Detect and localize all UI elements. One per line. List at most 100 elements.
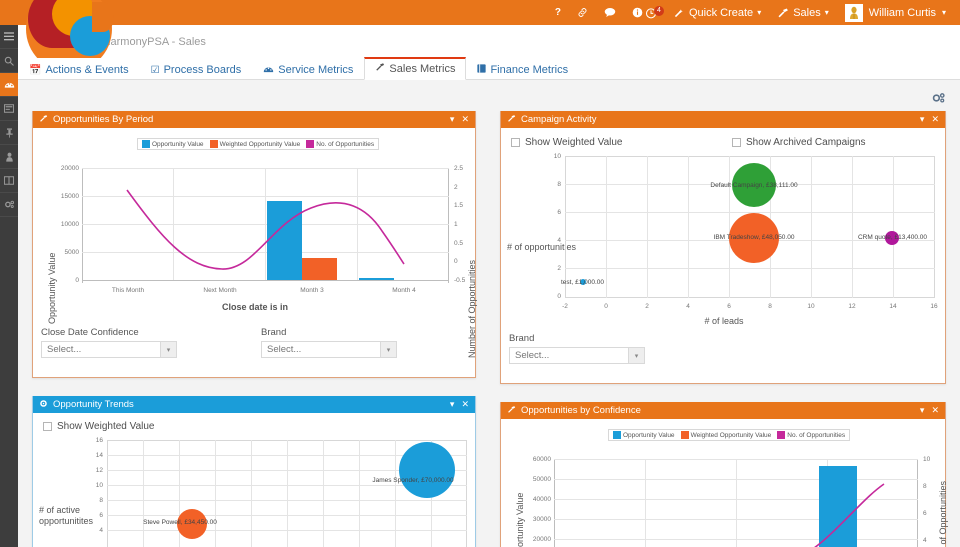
tab-sales-metrics[interactable]: Sales Metrics	[364, 57, 467, 80]
show-archived-campaigns-checkbox[interactable]: Show Archived Campaigns	[732, 137, 866, 148]
y-tick: 10	[95, 482, 103, 489]
legend-label: Weighted Opportunity Value	[690, 431, 772, 439]
chevron-down-icon[interactable]: ▾	[450, 114, 455, 125]
legend-label: Opportunity Value	[623, 431, 675, 439]
notifications-group[interactable]: 4	[624, 0, 665, 25]
brand-select[interactable]: Select... ▾	[509, 347, 645, 364]
y2-tick: 1.5	[454, 202, 464, 210]
close-icon[interactable]: ✕	[931, 405, 939, 416]
sidebar-item-dashboard[interactable]	[0, 73, 18, 97]
sidebar-item-cards[interactable]	[0, 97, 18, 121]
tab-actions-events[interactable]: 📅 Actions & Events	[18, 60, 140, 80]
gridline	[852, 156, 853, 298]
legend-label: Weighted Opportunity Value	[219, 140, 301, 148]
gridline	[215, 440, 216, 547]
sidebar-item-search[interactable]	[0, 49, 18, 73]
y-tick: 0	[75, 277, 79, 284]
chevron-down-icon[interactable]: ▾	[920, 405, 925, 416]
tab-service-metrics[interactable]: Service Metrics	[252, 60, 364, 80]
tab-label: Process Boards	[163, 64, 242, 76]
quick-create-menu[interactable]: Quick Create ▾	[665, 0, 769, 25]
card-icon	[4, 104, 14, 113]
gridline	[565, 268, 935, 269]
checkbox-label: Show Archived Campaigns	[746, 137, 866, 148]
x-tick: Month 4	[392, 287, 416, 294]
sales-menu[interactable]: Sales ▾	[769, 0, 837, 25]
legend-item: No. of Opportunities	[777, 431, 845, 439]
panel-body: Opportunity Value Weighted Opportunity V…	[501, 419, 948, 547]
line-no-of-opportunities	[126, 189, 405, 270]
close-icon[interactable]: ✕	[461, 114, 469, 125]
sidebar-item-columns[interactable]	[0, 169, 18, 193]
bubble-james-sponder[interactable]	[399, 442, 455, 498]
select-value: Select...	[515, 350, 550, 361]
close-date-confidence-select[interactable]: Select... ▾	[41, 341, 177, 358]
gears-icon	[4, 200, 14, 208]
chevron-down-icon[interactable]: ▾	[450, 399, 455, 410]
y2-tick: 0	[454, 258, 458, 266]
tab-label: Service Metrics	[278, 64, 354, 76]
tab-finance-metrics[interactable]: Finance Metrics	[466, 60, 579, 80]
brand-control: Brand Select... ▾	[509, 333, 645, 364]
bubble-label: CRM quote, £13,400.00	[857, 234, 928, 241]
panel-title: Opportunities by Confidence	[521, 405, 641, 416]
notification-badge: 4	[653, 5, 664, 16]
bubble-label: IBM Tradeshow, £48,050.00	[713, 234, 795, 241]
close-icon[interactable]: ✕	[931, 114, 939, 125]
hammer-icon	[507, 405, 516, 416]
gridline	[811, 156, 812, 298]
quick-create-label: Quick Create	[688, 6, 754, 19]
legend-label: Opportunity Value	[152, 140, 204, 148]
link-icon[interactable]	[569, 0, 596, 25]
y-tick: 60000	[532, 456, 551, 463]
gear-icon	[39, 399, 48, 410]
calendar-icon: 📅	[29, 64, 42, 76]
y2-axis-title: Number of Opportunities	[938, 480, 948, 547]
y-tick: 4	[99, 527, 103, 534]
bubble-label: test, £1,000.00	[561, 279, 605, 286]
x-tick: Next Month	[203, 287, 237, 294]
gridline	[287, 440, 288, 547]
y-tick: 2	[557, 265, 561, 272]
show-weighted-value-checkbox[interactable]: Show Weighted Value	[43, 421, 154, 432]
left-sidebar	[0, 25, 18, 547]
page-title-main: Webcast	[32, 30, 98, 49]
field-label: Brand	[509, 333, 535, 344]
top-bar-actions: ? 4 Quick Create ▾ Sales ▾ William Curti…	[547, 0, 954, 25]
x-tick: 10	[807, 303, 815, 310]
y-tick: 10	[553, 153, 561, 160]
sidebar-item-pinned[interactable]	[0, 121, 18, 145]
y2-tick: -0.5	[454, 277, 466, 284]
sidebar-item-menu[interactable]	[0, 25, 18, 49]
y-tick: 30000	[532, 516, 551, 523]
x-tick: 12	[848, 303, 856, 310]
chevron-down-icon: ▾	[757, 8, 762, 17]
gridline	[323, 440, 324, 547]
y-tick: 15000	[60, 193, 79, 200]
y2-tick: 6	[923, 510, 927, 517]
chart-legend: Opportunity Value Weighted Opportunity V…	[137, 138, 380, 150]
checkbox-box	[43, 422, 52, 431]
y2-tick: 1	[454, 221, 458, 228]
chat-icon[interactable]	[596, 0, 624, 25]
sidebar-item-contacts[interactable]	[0, 145, 18, 169]
show-weighted-value-checkbox[interactable]: Show Weighted Value	[511, 137, 622, 148]
search-icon	[4, 56, 14, 66]
panel-opportunities-by-period: Opportunities By Period ▾ ✕ Opportunity …	[32, 111, 477, 378]
user-menu[interactable]: William Curtis ▾	[837, 0, 954, 25]
bubble-label: Steve Powell, £34,450.00	[143, 519, 217, 526]
tab-process-boards[interactable]: ☑ Process Boards	[140, 60, 253, 80]
panel-opportunity-trends: Opportunity Trends ▾ ✕ Show Weighted Val…	[32, 396, 476, 547]
x-tick: 0	[604, 303, 608, 310]
dashboard-settings-icon[interactable]	[931, 92, 946, 107]
hammer-icon	[507, 114, 516, 125]
legend-label: No. of Opportunities	[787, 431, 846, 439]
chevron-down-icon[interactable]: ▾	[920, 114, 925, 125]
close-icon[interactable]: ✕	[461, 399, 469, 410]
timer-icon[interactable]: 4	[645, 5, 664, 19]
help-icon[interactable]: ?	[547, 0, 569, 25]
legend-label: No. of Opportunities	[316, 140, 375, 148]
info-icon[interactable]	[632, 7, 643, 18]
sidebar-item-settings[interactable]	[0, 193, 18, 217]
brand-select[interactable]: Select... ▾	[261, 341, 397, 358]
